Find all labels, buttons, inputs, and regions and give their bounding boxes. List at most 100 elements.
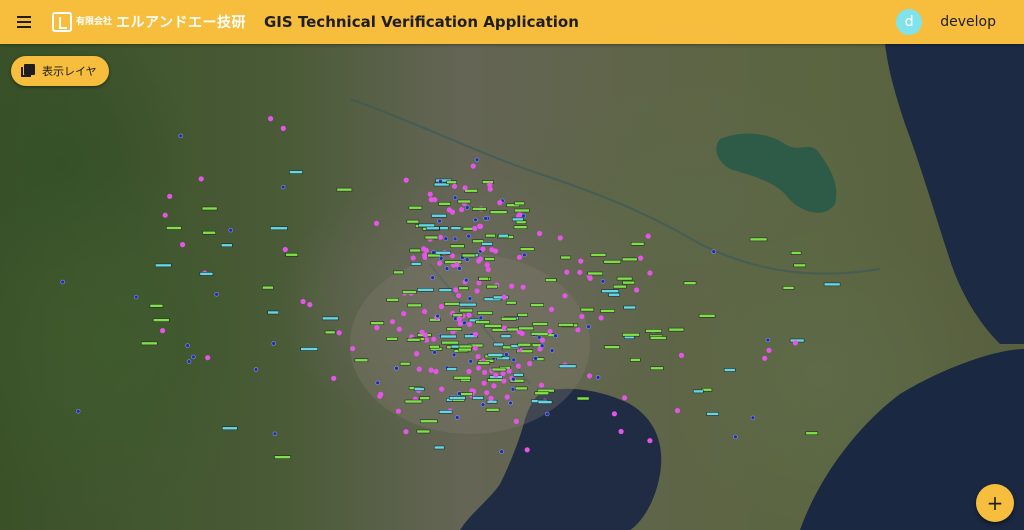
- map-label-marker[interactable]: [444, 260, 463, 264]
- map-pin-marker[interactable]: [506, 368, 512, 374]
- map-point-marker[interactable]: [466, 233, 471, 239]
- map-pin-marker[interactable]: [562, 293, 568, 299]
- map-label-marker[interactable]: [438, 410, 453, 414]
- map-label-marker[interactable]: [650, 366, 664, 371]
- map-pin-marker[interactable]: [481, 380, 487, 386]
- map-pin-marker[interactable]: [403, 177, 409, 183]
- map-label-marker[interactable]: [459, 308, 474, 313]
- map-pin-marker[interactable]: [395, 408, 401, 414]
- map-label-marker[interactable]: [274, 455, 291, 459]
- add-button[interactable]: +: [976, 484, 1014, 522]
- map-point-marker[interactable]: [600, 279, 606, 284]
- map-pin-marker[interactable]: [457, 321, 463, 327]
- map-label-marker[interactable]: [458, 286, 469, 291]
- map-label-marker[interactable]: [608, 292, 620, 297]
- map-point-marker[interactable]: [280, 184, 286, 190]
- map-label-marker[interactable]: [517, 313, 528, 317]
- map-point-marker[interactable]: [438, 256, 444, 261]
- map-pin-marker[interactable]: [647, 270, 653, 276]
- map-pin-marker[interactable]: [638, 255, 644, 261]
- map-label-marker[interactable]: [484, 257, 495, 261]
- map-pin-marker[interactable]: [476, 258, 482, 264]
- map-pin-marker[interactable]: [453, 287, 459, 293]
- map-pin-marker[interactable]: [331, 375, 337, 381]
- map-pin-marker[interactable]: [586, 373, 593, 379]
- map-pin-marker[interactable]: [422, 252, 428, 258]
- map-pin-marker[interactable]: [472, 225, 478, 232]
- map-pin-marker[interactable]: [160, 328, 166, 334]
- map-label-marker[interactable]: [489, 210, 508, 214]
- map-pin-marker[interactable]: [678, 352, 685, 358]
- map-label-marker[interactable]: [475, 320, 490, 324]
- map-label-marker[interactable]: [621, 257, 638, 262]
- map-label-marker[interactable]: [668, 327, 685, 332]
- map-pin-marker[interactable]: [456, 293, 462, 299]
- map-pin-marker[interactable]: [373, 220, 380, 226]
- map-pin-marker[interactable]: [548, 306, 555, 312]
- map-point-marker[interactable]: [186, 359, 192, 364]
- map-pin-marker[interactable]: [205, 355, 211, 361]
- map-label-marker[interactable]: [500, 334, 512, 339]
- map-label-marker[interactable]: [558, 323, 574, 327]
- map-pin-marker[interactable]: [493, 372, 499, 378]
- map-pin-marker[interactable]: [307, 302, 313, 308]
- map-pin-marker[interactable]: [414, 351, 420, 357]
- map-label-marker[interactable]: [429, 344, 440, 349]
- map-label-marker[interactable]: [322, 316, 339, 321]
- map-pin-marker[interactable]: [516, 254, 523, 260]
- map-pin-marker[interactable]: [527, 361, 533, 367]
- map-pin-marker[interactable]: [477, 223, 483, 230]
- map-point-marker[interactable]: [462, 320, 467, 326]
- map-pin-marker[interactable]: [482, 369, 488, 375]
- map-label-marker[interactable]: [462, 226, 474, 231]
- map-label-marker[interactable]: [438, 288, 453, 292]
- map-label-marker[interactable]: [613, 284, 627, 289]
- map-point-marker[interactable]: [510, 387, 516, 392]
- map-pin-marker[interactable]: [489, 247, 495, 253]
- map-label-marker[interactable]: [419, 396, 430, 400]
- map-point-marker[interactable]: [750, 415, 756, 421]
- map-point-marker[interactable]: [480, 402, 486, 407]
- map-label-marker[interactable]: [450, 226, 462, 230]
- map-label-marker[interactable]: [289, 170, 303, 174]
- map-point-marker[interactable]: [457, 266, 462, 271]
- map-point-marker[interactable]: [511, 376, 516, 382]
- map-label-marker[interactable]: [399, 361, 411, 366]
- map-label-marker[interactable]: [222, 426, 238, 431]
- map-label-marker[interactable]: [530, 332, 549, 336]
- map-point-marker[interactable]: [586, 324, 591, 329]
- map-pin-marker[interactable]: [350, 346, 356, 352]
- map-label-marker[interactable]: [630, 242, 645, 246]
- map-label-marker[interactable]: [435, 250, 452, 255]
- map-label-marker[interactable]: [386, 298, 399, 302]
- map-label-marker[interactable]: [558, 364, 577, 369]
- map-point-marker[interactable]: [464, 277, 469, 283]
- map-point-marker[interactable]: [375, 380, 380, 386]
- map-label-marker[interactable]: [601, 289, 619, 293]
- username-label[interactable]: develop: [940, 14, 996, 30]
- map-label-marker[interactable]: [576, 396, 590, 401]
- map-label-marker[interactable]: [517, 342, 532, 347]
- map-label-marker[interactable]: [477, 361, 491, 365]
- map-pin-marker[interactable]: [557, 235, 563, 241]
- map-pin-marker[interactable]: [451, 183, 458, 189]
- map-label-marker[interactable]: [417, 288, 434, 292]
- map-pin-marker[interactable]: [647, 438, 653, 444]
- map-pin-marker[interactable]: [282, 246, 288, 253]
- map-label-marker[interactable]: [587, 271, 603, 276]
- map-pin-marker[interactable]: [501, 325, 507, 331]
- map-pin-marker[interactable]: [504, 394, 510, 400]
- map-label-marker[interactable]: [446, 180, 457, 185]
- map-pin-marker[interactable]: [520, 284, 526, 290]
- map-label-marker[interactable]: [805, 431, 819, 436]
- map-label-marker[interactable]: [458, 344, 473, 349]
- map-label-marker[interactable]: [511, 217, 524, 222]
- map-label-marker[interactable]: [393, 270, 404, 275]
- menu-icon[interactable]: [12, 10, 36, 34]
- map-label-marker[interactable]: [513, 225, 528, 229]
- map-point-marker[interactable]: [595, 375, 601, 380]
- map-label-marker[interactable]: [472, 396, 484, 400]
- map-label-marker[interactable]: [604, 345, 620, 349]
- map-label-marker[interactable]: [513, 373, 524, 377]
- map-point-marker[interactable]: [185, 343, 190, 348]
